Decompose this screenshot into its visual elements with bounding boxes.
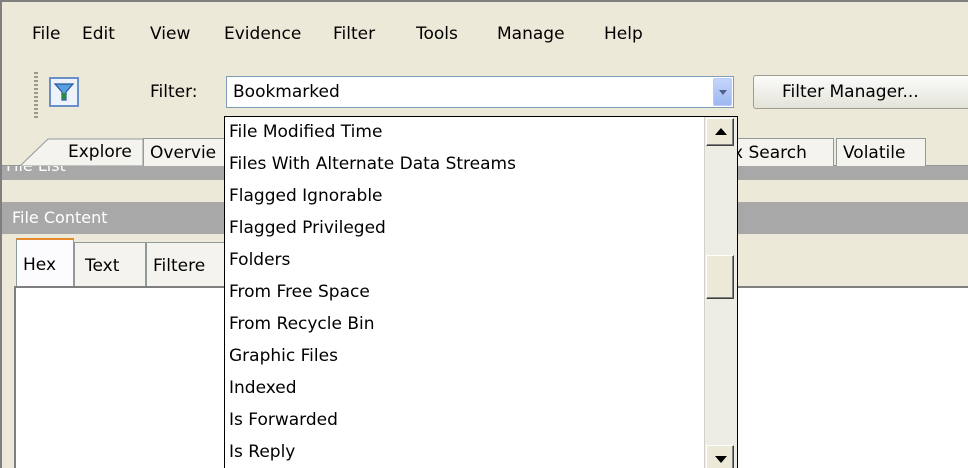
dropdown-option[interactable]: Is Reply (229, 440, 295, 468)
tab-explore-label: Explore (68, 142, 132, 162)
menu-evidence[interactable]: Evidence (224, 24, 301, 44)
scroll-up-button[interactable] (706, 118, 734, 146)
menu-filter[interactable]: Filter (333, 24, 375, 44)
dropdown-option[interactable]: Flagged Ignorable (229, 184, 383, 216)
tab-index-search[interactable]: x Search (724, 138, 834, 166)
tab-index-search-label: x Search (733, 143, 807, 163)
dropdown-option[interactable]: From Free Space (229, 280, 370, 312)
menu-file[interactable]: File (32, 24, 60, 44)
dropdown-option[interactable]: Files With Alternate Data Streams (229, 152, 516, 184)
menu-manage[interactable]: Manage (497, 24, 565, 44)
dropdown-option[interactable]: Graphic Files (229, 344, 338, 376)
file-list-title-text: File List (6, 166, 66, 176)
tab-hex[interactable]: Hex (16, 238, 74, 286)
tab-hex-label: Hex (23, 255, 57, 275)
filter-combo-box[interactable]: Bookmarked (226, 76, 734, 108)
dropdown-option[interactable]: Indexed (229, 376, 297, 408)
combo-dropdown-button[interactable] (713, 78, 732, 106)
chevron-down-icon (719, 90, 727, 95)
chevron-down-icon (715, 456, 727, 463)
dropdown-scrollbar[interactable] (704, 117, 737, 468)
tab-volatile[interactable]: Volatile (836, 138, 926, 166)
tab-text[interactable]: Text (74, 242, 146, 286)
dropdown-option[interactable]: Flagged Privileged (229, 216, 386, 248)
funnel-icon (53, 83, 75, 101)
menu-help[interactable]: Help (604, 24, 643, 44)
menu-edit[interactable]: Edit (82, 24, 115, 44)
filter-manager-label: Filter Manager... (782, 82, 919, 102)
filter-combo-value: Bookmarked (233, 82, 340, 102)
application-window: File Edit View Evidence Filter Tools Man… (0, 0, 968, 468)
scroll-down-button[interactable] (706, 445, 734, 468)
menu-tools[interactable]: Tools (416, 24, 458, 44)
tab-filtered[interactable]: Filtere (146, 242, 236, 286)
tab-explore[interactable]: Explore (20, 138, 144, 166)
tab-overview-label: Overvie (150, 143, 217, 163)
file-content-title-text: File Content (12, 208, 108, 227)
filter-manager-button[interactable]: Filter Manager... (753, 75, 968, 109)
dropdown-option[interactable]: From Recycle Bin (229, 312, 375, 344)
filter-toolbar: Filter: Bookmarked Filter Manager... (2, 64, 968, 122)
tab-filtered-label: Filtere (153, 256, 206, 276)
dropdown-option[interactable]: Is Forwarded (229, 408, 338, 440)
tab-text-label: Text (85, 256, 120, 276)
scrollbar-thumb[interactable] (706, 255, 734, 299)
chevron-up-icon (715, 128, 727, 135)
filter-dropdown-list[interactable]: File Modified Time Files With Alternate … (224, 116, 738, 468)
menu-view[interactable]: View (150, 24, 190, 44)
menu-bar: File Edit View Evidence Filter Tools Man… (2, 2, 968, 64)
filter-toolbar-button[interactable] (49, 77, 79, 107)
dropdown-option[interactable]: Folders (229, 248, 290, 280)
tab-volatile-label: Volatile (843, 143, 906, 163)
toolbar-grip[interactable] (34, 72, 38, 118)
filter-label: Filter: (150, 82, 198, 102)
dropdown-option[interactable]: File Modified Time (229, 120, 382, 152)
